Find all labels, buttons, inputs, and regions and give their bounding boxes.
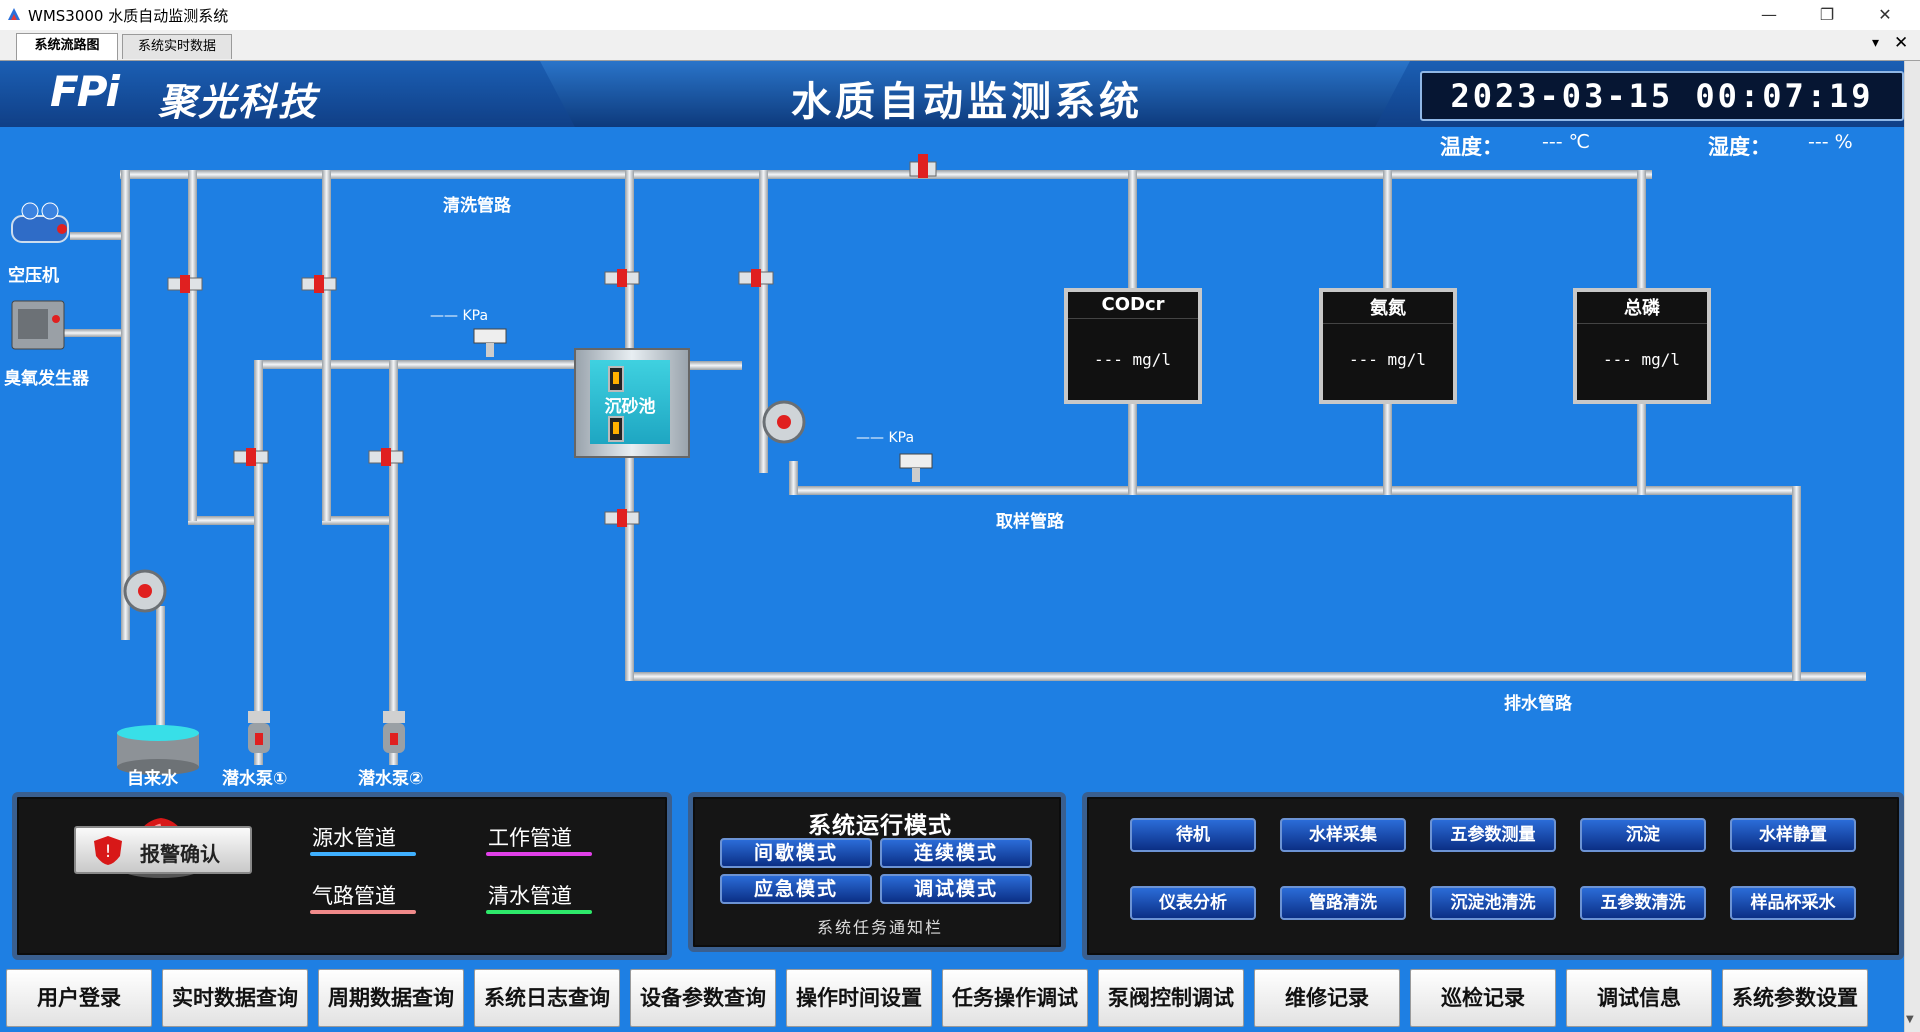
tab-close-icon[interactable]: ✕ [1894, 33, 1908, 53]
legend-work-pipe: 工作管道 [488, 826, 572, 850]
tab-menu-icon[interactable]: ▾ [1872, 35, 1879, 51]
compressor-label: 空压机 [8, 266, 59, 286]
svg-text:!: ! [105, 842, 112, 862]
legend-source-line [310, 852, 416, 856]
tab-flow-diagram[interactable]: 系统流路图 [16, 33, 118, 60]
debug-mode-button[interactable]: 调试模式 [880, 874, 1032, 904]
valve-icon [738, 269, 774, 287]
legend-source-pipe: 源水管道 [312, 826, 396, 850]
air-compressor-icon [11, 202, 69, 243]
tank-water: 沉砂池 [590, 360, 670, 444]
menu-maintenance-records[interactable]: 维修记录 [1254, 969, 1400, 1027]
analyzer-total-phosphorus[interactable]: 总磷 --- mg/l [1573, 288, 1711, 404]
pump2-label: 潜水泵② [358, 769, 424, 789]
step-five-param-clean-button[interactable]: 五参数清洗 [1580, 886, 1706, 920]
valves [167, 154, 937, 527]
tank-label: 沉砂池 [604, 397, 656, 417]
analyzer-name: 氨氮 [1323, 294, 1453, 324]
pump1-label: 潜水泵① [222, 769, 288, 789]
analyzer-value: --- mg/l [1094, 350, 1172, 369]
submersible-pumps [248, 711, 405, 753]
valve-icon [909, 154, 937, 178]
step-sample-rest-button[interactable]: 水样静置 [1730, 818, 1856, 852]
ozone-generator-icon [11, 300, 65, 350]
legend-air-line [310, 910, 416, 914]
tab-bar: 系统流路图 系统实时数据 [0, 30, 1920, 61]
menu-time-settings[interactable]: 操作时间设置 [786, 969, 932, 1027]
step-cup-fill-button[interactable]: 样品杯采水 [1730, 886, 1856, 920]
legend-work-line [486, 852, 592, 856]
alarm-shield-icon: ! [94, 836, 122, 865]
analyzer-ammonia[interactable]: 氨氮 --- mg/l [1319, 288, 1457, 404]
menu-log-query[interactable]: 系统日志查询 [474, 969, 620, 1027]
alarm-confirm-button[interactable]: ! 报警确认 [74, 826, 252, 874]
analyzer-name: CODcr [1068, 294, 1198, 319]
menu-task-debug[interactable]: 任务操作调试 [942, 969, 1088, 1027]
scroll-down-icon[interactable]: ▼ [1906, 1014, 1914, 1025]
analyzer-name: 总磷 [1577, 294, 1707, 324]
pressure-gauges [473, 328, 933, 482]
minimize-button[interactable]: — [1740, 0, 1798, 30]
valve-icon [368, 448, 404, 466]
vertical-scrollbar[interactable] [1904, 61, 1920, 1032]
pressure-readout-2: —— KPa [856, 430, 915, 446]
intermittent-mode-button[interactable]: 间歇模式 [720, 838, 872, 868]
ozone-generator-label: 臭氧发生器 [4, 369, 89, 389]
task-notice-bar: 系统任务通知栏 [816, 918, 943, 937]
menu-device-param-query[interactable]: 设备参数查询 [630, 969, 776, 1027]
app-icon [8, 8, 20, 20]
step-instrument-analysis-button[interactable]: 仪表分析 [1130, 886, 1256, 920]
run-mode-title: 系统运行模式 [808, 813, 952, 839]
legend-air-pipe: 气路管道 [312, 884, 396, 908]
menu-debug-info[interactable]: 调试信息 [1566, 969, 1712, 1027]
analyzer-codcr[interactable]: CODcr --- mg/l [1064, 288, 1202, 404]
menu-inspection-records[interactable]: 巡检记录 [1410, 969, 1556, 1027]
sample-pipe-label: 取样管路 [996, 512, 1064, 532]
window-titlebar: WMS3000 水质自动监测系统 — ❐ ✕ [0, 0, 1920, 31]
step-sampling-button[interactable]: 水样采集 [1280, 818, 1406, 852]
continuous-mode-button[interactable]: 连续模式 [880, 838, 1032, 868]
tank-level-indicator-top [608, 366, 624, 392]
analyzer-value: --- mg/l [1603, 350, 1681, 369]
close-button[interactable]: ✕ [1856, 0, 1914, 30]
step-pipe-cleaning-button[interactable]: 管路清洗 [1280, 886, 1406, 920]
pump-icon [123, 400, 806, 613]
drain-pipe-label: 排水管路 [1504, 694, 1572, 714]
valve-icon [604, 509, 640, 527]
menu-realtime-query[interactable]: 实时数据查询 [162, 969, 308, 1027]
legend-clean-water-pipe: 清水管道 [488, 884, 572, 908]
clean-pipe-label: 清洗管路 [443, 196, 511, 216]
alarm-confirm-label: 报警确认 [140, 842, 220, 866]
valve-icon [301, 275, 337, 293]
step-tank-cleaning-button[interactable]: 沉淀池清洗 [1430, 886, 1556, 920]
legend-clean-line [486, 910, 592, 914]
tab-realtime-data[interactable]: 系统实时数据 [122, 34, 232, 59]
menu-pump-valve-debug[interactable]: 泵阀控制调试 [1098, 969, 1244, 1027]
menu-user-login[interactable]: 用户登录 [6, 969, 152, 1027]
step-standby-button[interactable]: 待机 [1130, 818, 1256, 852]
tap-water-label: 自来水 [127, 769, 178, 789]
step-settle-button[interactable]: 沉淀 [1580, 818, 1706, 852]
pressure-readout-1: —— KPa [430, 308, 489, 324]
valve-icon [167, 275, 203, 293]
analyzer-value: --- mg/l [1349, 350, 1427, 369]
valve-icon [233, 448, 269, 466]
restore-button[interactable]: ❐ [1798, 0, 1856, 30]
window-title: WMS3000 水质自动监测系统 [28, 7, 229, 25]
menu-system-params[interactable]: 系统参数设置 [1722, 969, 1868, 1027]
step-five-param-measure-button[interactable]: 五参数测量 [1430, 818, 1556, 852]
valve-icon [604, 269, 640, 287]
emergency-mode-button[interactable]: 应急模式 [720, 874, 872, 904]
legend-panel [12, 792, 672, 960]
tank-level-indicator-bottom [608, 416, 624, 442]
settling-tank[interactable]: 沉砂池 [574, 348, 690, 458]
menu-period-query[interactable]: 周期数据查询 [318, 969, 464, 1027]
